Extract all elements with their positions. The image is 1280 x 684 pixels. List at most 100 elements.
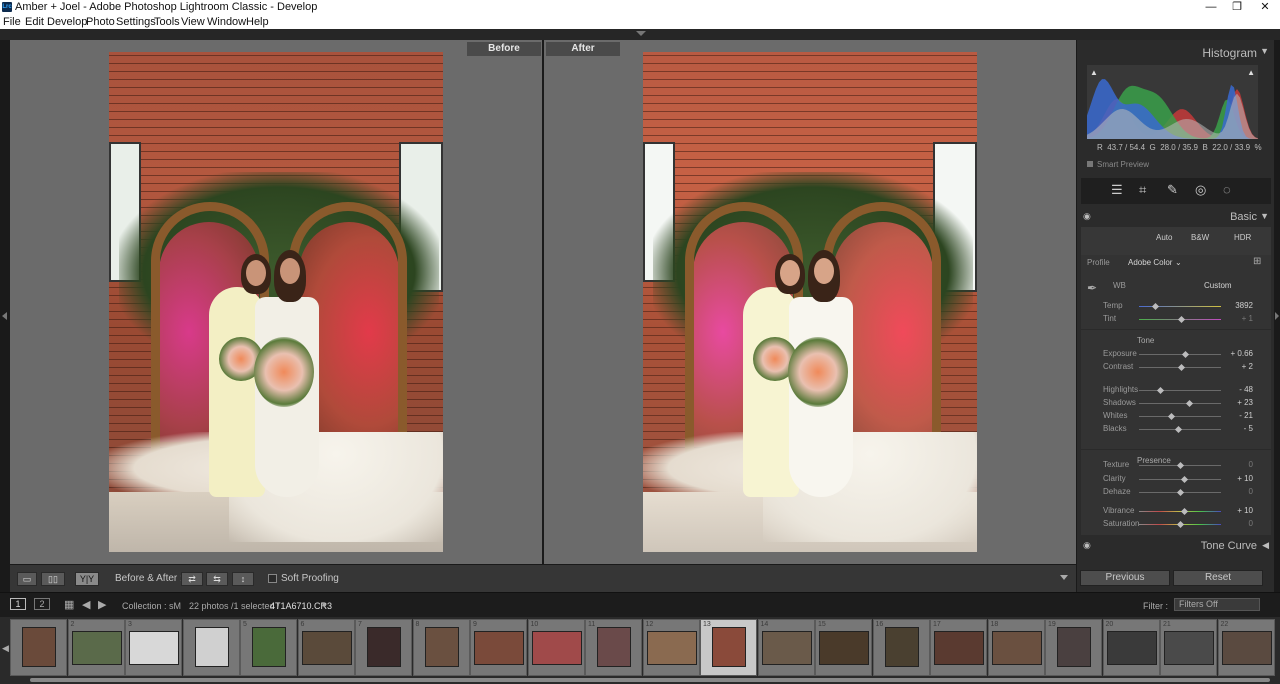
wb-select[interactable]: Custom <box>1204 281 1232 290</box>
menu-edit[interactable]: Edit <box>25 16 44 28</box>
slider-track-highlights[interactable] <box>1139 390 1221 391</box>
collection-source[interactable]: Collection : sM <box>122 601 181 611</box>
slider-value-shadows[interactable]: + 23 <box>1229 398 1253 407</box>
slider-value-tint[interactable]: + 1 <box>1229 314 1253 323</box>
slider-value-vibrance[interactable]: + 10 <box>1229 506 1253 515</box>
grid-view-icon[interactable]: ▦ <box>64 598 74 611</box>
filmstrip-left-arrow-icon[interactable]: ◀ <box>2 643 9 654</box>
visibility-eye-icon[interactable]: ◉ <box>1083 540 1091 551</box>
slider-track-shadows[interactable] <box>1139 403 1221 404</box>
filmstrip-thumbnail[interactable]: 16 <box>872 619 930 676</box>
slider-track-exposure[interactable] <box>1139 354 1221 355</box>
after-photo[interactable] <box>643 52 977 552</box>
collapse-triangle-icon[interactable]: ▼ <box>1260 211 1269 221</box>
top-panel-collapse-strip[interactable] <box>0 29 1280 40</box>
menu-window[interactable]: Window <box>207 16 246 28</box>
main-window-button[interactable]: 1 <box>10 598 26 610</box>
toolbar-menu-chevron-icon[interactable] <box>1060 575 1068 580</box>
filmstrip-thumbnail[interactable]: 22 <box>1217 619 1275 676</box>
filmstrip-thumbnail[interactable]: 13 <box>700 619 757 676</box>
restore-button[interactable]: ❐ <box>1222 0 1252 15</box>
filmstrip-thumbnail[interactable]: 12 <box>642 619 700 676</box>
slider-value-clarity[interactable]: + 10 <box>1229 474 1253 483</box>
compare-view-button[interactable]: ▯▯ <box>41 572 65 586</box>
before-after-yy-button[interactable]: Y|Y <box>75 572 99 586</box>
loupe-view-button[interactable]: ▭ <box>17 572 37 586</box>
highlight-clipping-icon[interactable]: ▲ <box>1247 68 1255 77</box>
soft-proofing-checkbox[interactable] <box>268 574 277 583</box>
slider-value-dehaze[interactable]: 0 <box>1229 487 1253 496</box>
forward-arrow-icon[interactable]: ▶ <box>98 598 106 611</box>
left-panel-collapse-strip[interactable] <box>0 40 10 592</box>
collapse-triangle-icon[interactable]: ▼ <box>1260 46 1269 56</box>
menu-photo[interactable]: Photo <box>86 16 115 28</box>
right-panel-collapse-strip[interactable] <box>1274 40 1280 592</box>
red-eye-icon[interactable]: ◎ <box>1195 182 1206 198</box>
slider-value-temp[interactable]: 3892 <box>1229 301 1253 310</box>
filmstrip-thumbnail[interactable] <box>10 619 67 676</box>
hdr-button[interactable]: HDR <box>1234 233 1251 242</box>
menu-view[interactable]: View <box>181 16 205 28</box>
edit-sliders-icon[interactable]: ☰ <box>1111 182 1123 198</box>
slider-value-texture[interactable]: 0 <box>1229 460 1253 469</box>
filmstrip-thumbnail[interactable]: 10 <box>527 619 585 676</box>
filename-dropdown-icon[interactable]: ▾ <box>322 600 327 611</box>
filter-select[interactable]: Filters Off <box>1174 598 1260 611</box>
slider-value-blacks[interactable]: - 5 <box>1229 424 1253 433</box>
slider-value-contrast[interactable]: + 2 <box>1229 362 1253 371</box>
slider-track-whites[interactable] <box>1139 416 1221 417</box>
filmstrip-thumbnail[interactable]: 20 <box>1102 619 1160 676</box>
filmstrip-thumbnail[interactable]: 19 <box>1045 619 1102 676</box>
slider-value-highlights[interactable]: - 48 <box>1229 385 1253 394</box>
filmstrip-thumbnail[interactable]: 5 <box>240 619 297 676</box>
collapse-right-triangle-icon[interactable] <box>1275 312 1279 320</box>
menu-develop[interactable]: Develop <box>47 16 87 28</box>
filmstrip-thumbnail[interactable]: 9 <box>470 619 527 676</box>
collapse-top-triangle-icon[interactable] <box>636 31 646 36</box>
filmstrip-thumbnail[interactable]: 6 <box>297 619 355 676</box>
copy-before-to-after-button[interactable]: ⇄ <box>181 572 203 586</box>
filmstrip-thumbnail[interactable]: 18 <box>987 619 1045 676</box>
menu-help[interactable]: Help <box>246 16 269 28</box>
filmstrip-thumbnail[interactable]: 21 <box>1160 619 1217 676</box>
bw-button[interactable]: B&W <box>1191 233 1209 242</box>
swap-before-after-button[interactable]: ↕ <box>232 572 254 586</box>
previous-button[interactable]: Previous <box>1080 570 1170 586</box>
masking-icon[interactable]: ◌ <box>1223 182 1231 197</box>
smart-preview-status[interactable]: Smart Preview <box>1087 160 1149 169</box>
filmstrip-thumbnail[interactable]: 17 <box>930 619 987 676</box>
before-photo[interactable] <box>109 52 443 552</box>
filmstrip-thumbnail[interactable]: 8 <box>412 619 470 676</box>
slider-value-exposure[interactable]: + 0.66 <box>1229 349 1253 358</box>
back-arrow-icon[interactable]: ◀ <box>82 598 90 611</box>
histogram-graph[interactable]: ▲ ▲ <box>1087 65 1258 139</box>
close-button[interactable]: ✕ <box>1250 0 1280 15</box>
expand-left-triangle-icon[interactable] <box>2 312 7 320</box>
filmstrip-thumbnail[interactable]: 3 <box>125 619 182 676</box>
profile-dropdown-chevron-icon[interactable]: ⌄ <box>1175 258 1182 267</box>
crop-icon[interactable]: ⌗ <box>1139 182 1146 198</box>
auto-button[interactable]: Auto <box>1156 233 1172 242</box>
filmstrip-thumbnail[interactable]: 14 <box>757 619 815 676</box>
filmstrip-scrollbar[interactable] <box>30 678 1270 682</box>
white-balance-eyedropper-icon[interactable]: ✒ <box>1087 281 1097 295</box>
filmstrip-thumbnail[interactable]: 7 <box>355 619 412 676</box>
menu-settings[interactable]: Settings <box>116 16 156 28</box>
slider-value-saturation[interactable]: 0 <box>1229 519 1253 528</box>
basic-header[interactable]: ◉ Basic ▼ <box>1077 207 1275 227</box>
secondary-window-button[interactable]: 2 <box>34 598 50 610</box>
menu-tools[interactable]: Tools <box>154 16 180 28</box>
filmstrip-thumbnail[interactable]: 11 <box>585 619 642 676</box>
expand-triangle-icon[interactable]: ◀ <box>1262 540 1269 551</box>
reset-button[interactable]: Reset <box>1173 570 1263 586</box>
filmstrip-thumbnail[interactable]: 2 <box>67 619 125 676</box>
filmstrip-thumbnail[interactable]: 15 <box>815 619 872 676</box>
healing-icon[interactable]: ✎ <box>1167 182 1178 198</box>
profile-select[interactable]: Adobe Color <box>1128 258 1172 267</box>
tone-curve-header[interactable]: ◉ Tone Curve ◀ <box>1077 536 1275 556</box>
histogram-header[interactable]: Histogram ▼ <box>1077 42 1275 62</box>
shadow-clipping-icon[interactable]: ▲ <box>1090 68 1098 77</box>
slider-value-whites[interactable]: - 21 <box>1229 411 1253 420</box>
menu-file[interactable]: File <box>3 16 21 28</box>
filmstrip-thumbnail[interactable] <box>182 619 240 676</box>
